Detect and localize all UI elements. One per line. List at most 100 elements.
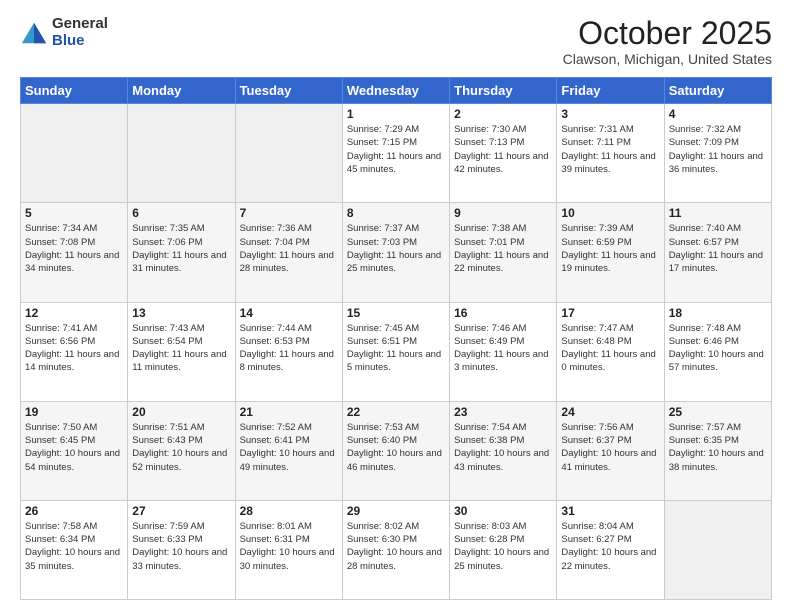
- subtitle: Clawson, Michigan, United States: [563, 51, 772, 67]
- day-number: 12: [25, 306, 123, 320]
- calendar-cell: 6 Sunrise: 7:35 AMSunset: 7:06 PMDaylight…: [128, 203, 235, 302]
- day-info: Sunrise: 7:43 AMSunset: 6:54 PMDaylight:…: [132, 322, 230, 375]
- day-number: 30: [454, 504, 552, 518]
- calendar-cell: 7 Sunrise: 7:36 AMSunset: 7:04 PMDaylight…: [235, 203, 342, 302]
- day-number: 13: [132, 306, 230, 320]
- calendar-cell: 31 Sunrise: 8:04 AMSunset: 6:27 PMDayligh…: [557, 500, 664, 599]
- day-number: 15: [347, 306, 445, 320]
- day-number: 20: [132, 405, 230, 419]
- week-row-4: 19 Sunrise: 7:50 AMSunset: 6:45 PMDayligh…: [21, 401, 772, 500]
- calendar-cell: 12 Sunrise: 7:41 AMSunset: 6:56 PMDayligh…: [21, 302, 128, 401]
- calendar-cell: 22 Sunrise: 7:53 AMSunset: 6:40 PMDayligh…: [342, 401, 449, 500]
- day-info: Sunrise: 7:48 AMSunset: 6:46 PMDaylight:…: [669, 322, 767, 375]
- calendar-cell: 29 Sunrise: 8:02 AMSunset: 6:30 PMDayligh…: [342, 500, 449, 599]
- week-row-2: 5 Sunrise: 7:34 AMSunset: 7:08 PMDaylight…: [21, 203, 772, 302]
- page: General Blue October 2025 Clawson, Michi…: [0, 0, 792, 612]
- calendar-table: SundayMondayTuesdayWednesdayThursdayFrid…: [20, 77, 772, 600]
- calendar-cell: 26Sunrise: 7:58 AMSunset: 6:34 PMDayligh…: [21, 500, 128, 599]
- calendar-cell: 15 Sunrise: 7:45 AMSunset: 6:51 PMDayligh…: [342, 302, 449, 401]
- day-info: Sunrise: 8:02 AMSunset: 6:30 PMDaylight:…: [347, 520, 445, 573]
- logo-text: General Blue: [52, 16, 108, 49]
- day-number: 19: [25, 405, 123, 419]
- calendar-cell: 14 Sunrise: 7:44 AMSunset: 6:53 PMDayligh…: [235, 302, 342, 401]
- calendar-cell: 20Sunrise: 7:51 AMSunset: 6:43 PMDayligh…: [128, 401, 235, 500]
- day-header-thursday: Thursday: [450, 78, 557, 104]
- day-number: 29: [347, 504, 445, 518]
- day-header-monday: Monday: [128, 78, 235, 104]
- calendar-cell: 23 Sunrise: 7:54 AMSunset: 6:38 PMDayligh…: [450, 401, 557, 500]
- day-number: 31: [561, 504, 659, 518]
- calendar-cell: 18 Sunrise: 7:48 AMSunset: 6:46 PMDayligh…: [664, 302, 771, 401]
- calendar-cell: 11Sunrise: 7:40 AMSunset: 6:57 PMDayligh…: [664, 203, 771, 302]
- calendar-cell: 28 Sunrise: 8:01 AMSunset: 6:31 PMDayligh…: [235, 500, 342, 599]
- week-row-3: 12 Sunrise: 7:41 AMSunset: 6:56 PMDayligh…: [21, 302, 772, 401]
- day-number: 17: [561, 306, 659, 320]
- day-info: Sunrise: 7:45 AMSunset: 6:51 PMDaylight:…: [347, 322, 445, 375]
- day-info: Sunrise: 8:03 AMSunset: 6:28 PMDaylight:…: [454, 520, 552, 573]
- day-number: 27: [132, 504, 230, 518]
- calendar-cell: 10Sunrise: 7:39 AMSunset: 6:59 PMDayligh…: [557, 203, 664, 302]
- day-number: 7: [240, 206, 338, 220]
- week-row-5: 26Sunrise: 7:58 AMSunset: 6:34 PMDayligh…: [21, 500, 772, 599]
- day-info: Sunrise: 7:44 AMSunset: 6:53 PMDaylight:…: [240, 322, 338, 375]
- calendar-cell: 3Sunrise: 7:31 AMSunset: 7:11 PMDaylight…: [557, 104, 664, 203]
- calendar-cell: 30 Sunrise: 8:03 AMSunset: 6:28 PMDayligh…: [450, 500, 557, 599]
- day-info: Sunrise: 7:50 AMSunset: 6:45 PMDaylight:…: [25, 421, 123, 474]
- day-info: Sunrise: 7:30 AMSunset: 7:13 PMDaylight:…: [454, 123, 552, 176]
- header: General Blue October 2025 Clawson, Michi…: [20, 16, 772, 67]
- day-info: Sunrise: 7:36 AMSunset: 7:04 PMDaylight:…: [240, 222, 338, 275]
- day-number: 16: [454, 306, 552, 320]
- logo: General Blue: [20, 16, 108, 49]
- title-block: October 2025 Clawson, Michigan, United S…: [563, 16, 772, 67]
- day-info: Sunrise: 7:41 AMSunset: 6:56 PMDaylight:…: [25, 322, 123, 375]
- day-info: Sunrise: 8:01 AMSunset: 6:31 PMDaylight:…: [240, 520, 338, 573]
- day-header-tuesday: Tuesday: [235, 78, 342, 104]
- calendar-cell: 17 Sunrise: 7:47 AMSunset: 6:48 PMDayligh…: [557, 302, 664, 401]
- day-info: Sunrise: 7:39 AMSunset: 6:59 PMDaylight:…: [561, 222, 659, 275]
- day-info: Sunrise: 7:54 AMSunset: 6:38 PMDaylight:…: [454, 421, 552, 474]
- day-info: Sunrise: 7:59 AMSunset: 6:33 PMDaylight:…: [132, 520, 230, 573]
- calendar-cell: 2 Sunrise: 7:30 AMSunset: 7:13 PMDaylight…: [450, 104, 557, 203]
- day-info: Sunrise: 7:38 AMSunset: 7:01 PMDaylight:…: [454, 222, 552, 275]
- week-row-1: 1Sunrise: 7:29 AMSunset: 7:15 PMDaylight…: [21, 104, 772, 203]
- logo-general: General: [52, 16, 108, 33]
- day-number: 5: [25, 206, 123, 220]
- day-number: 25: [669, 405, 767, 419]
- day-number: 2: [454, 107, 552, 121]
- day-number: 22: [347, 405, 445, 419]
- calendar-cell: [664, 500, 771, 599]
- day-header-friday: Friday: [557, 78, 664, 104]
- header-row: SundayMondayTuesdayWednesdayThursdayFrid…: [21, 78, 772, 104]
- calendar-cell: 4Sunrise: 7:32 AMSunset: 7:09 PMDaylight…: [664, 104, 771, 203]
- calendar-cell: [235, 104, 342, 203]
- day-info: Sunrise: 7:46 AMSunset: 6:49 PMDaylight:…: [454, 322, 552, 375]
- calendar-cell: 8Sunrise: 7:37 AMSunset: 7:03 PMDaylight…: [342, 203, 449, 302]
- day-info: Sunrise: 7:56 AMSunset: 6:37 PMDaylight:…: [561, 421, 659, 474]
- day-number: 23: [454, 405, 552, 419]
- day-number: 21: [240, 405, 338, 419]
- day-info: Sunrise: 7:57 AMSunset: 6:35 PMDaylight:…: [669, 421, 767, 474]
- day-number: 14: [240, 306, 338, 320]
- calendar-cell: 16 Sunrise: 7:46 AMSunset: 6:49 PMDayligh…: [450, 302, 557, 401]
- calendar-cell: [128, 104, 235, 203]
- day-number: 18: [669, 306, 767, 320]
- day-info: Sunrise: 8:04 AMSunset: 6:27 PMDaylight:…: [561, 520, 659, 573]
- day-info: Sunrise: 7:35 AMSunset: 7:06 PMDaylight:…: [132, 222, 230, 275]
- day-info: Sunrise: 7:53 AMSunset: 6:40 PMDaylight:…: [347, 421, 445, 474]
- day-number: 26: [25, 504, 123, 518]
- day-number: 24: [561, 405, 659, 419]
- day-number: 6: [132, 206, 230, 220]
- day-header-saturday: Saturday: [664, 78, 771, 104]
- day-info: Sunrise: 7:47 AMSunset: 6:48 PMDaylight:…: [561, 322, 659, 375]
- calendar-cell: 13 Sunrise: 7:43 AMSunset: 6:54 PMDayligh…: [128, 302, 235, 401]
- day-info: Sunrise: 7:52 AMSunset: 6:41 PMDaylight:…: [240, 421, 338, 474]
- day-info: Sunrise: 7:37 AMSunset: 7:03 PMDaylight:…: [347, 222, 445, 275]
- day-info: Sunrise: 7:34 AMSunset: 7:08 PMDaylight:…: [25, 222, 123, 275]
- day-info: Sunrise: 7:29 AMSunset: 7:15 PMDaylight:…: [347, 123, 445, 176]
- calendar-cell: 5 Sunrise: 7:34 AMSunset: 7:08 PMDaylight…: [21, 203, 128, 302]
- calendar-cell: 9Sunrise: 7:38 AMSunset: 7:01 PMDaylight…: [450, 203, 557, 302]
- calendar-cell: [21, 104, 128, 203]
- day-number: 28: [240, 504, 338, 518]
- day-number: 11: [669, 206, 767, 220]
- day-number: 3: [561, 107, 659, 121]
